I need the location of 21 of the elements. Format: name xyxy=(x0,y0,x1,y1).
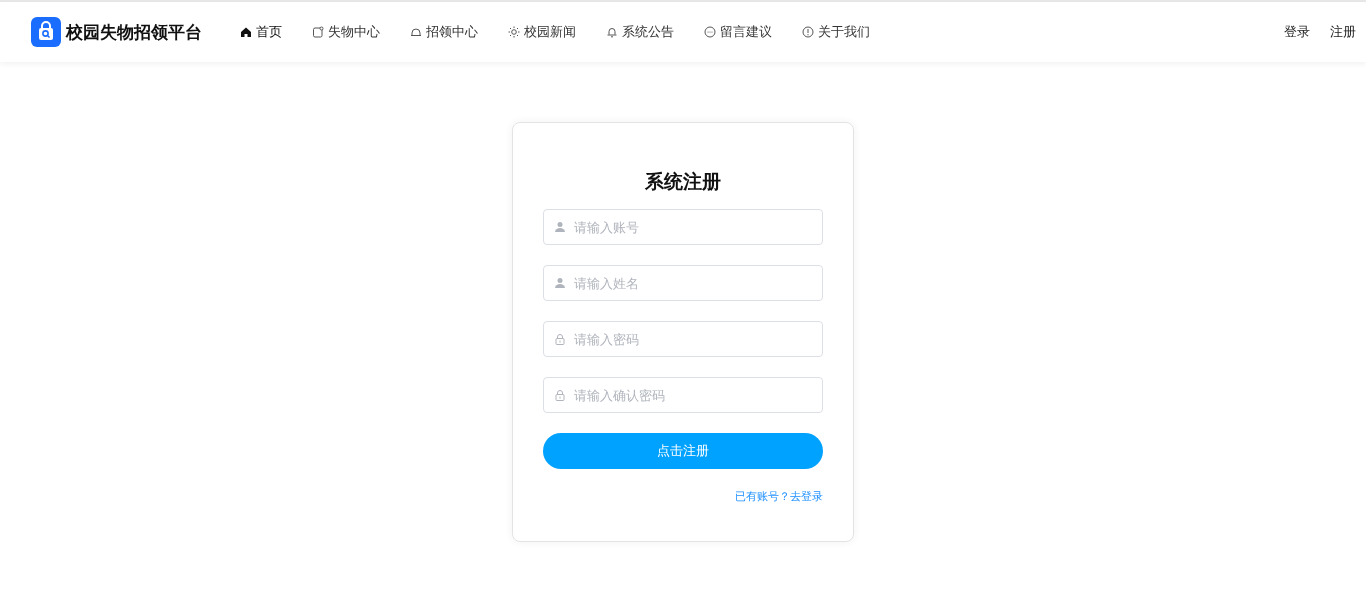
site-title: 校园失物招领平台 xyxy=(66,20,202,44)
nav-tab[interactable]: 关于我们 xyxy=(802,23,870,41)
home-icon xyxy=(240,26,252,38)
bell-icon xyxy=(606,26,618,38)
input-field[interactable]: 请输入姓名 xyxy=(543,265,823,301)
tag-icon xyxy=(312,26,324,38)
nav-tab[interactable]: 校园新闻 xyxy=(508,23,576,41)
header-link[interactable]: 注册 xyxy=(1330,23,1356,41)
input-field[interactable]: 请输入账号 xyxy=(543,209,823,245)
nav-tab[interactable]: 失物中心 xyxy=(312,23,380,41)
input-field[interactable]: 请输入确认密码 xyxy=(543,377,823,413)
input-field[interactable]: 请输入密码 xyxy=(543,321,823,357)
nav-tab[interactable]: 首页 xyxy=(240,23,282,41)
sun-icon xyxy=(508,26,520,38)
header-link[interactable]: 登录 xyxy=(1284,23,1310,41)
nav-tab[interactable]: 招领中心 xyxy=(410,23,478,41)
nav-tab[interactable]: 系统公告 xyxy=(606,23,674,41)
helmet-icon xyxy=(410,26,422,38)
info-icon xyxy=(802,26,814,38)
form-title: 系统注册 xyxy=(644,169,722,194)
nav-tab[interactable]: 留言建议 xyxy=(704,23,772,41)
